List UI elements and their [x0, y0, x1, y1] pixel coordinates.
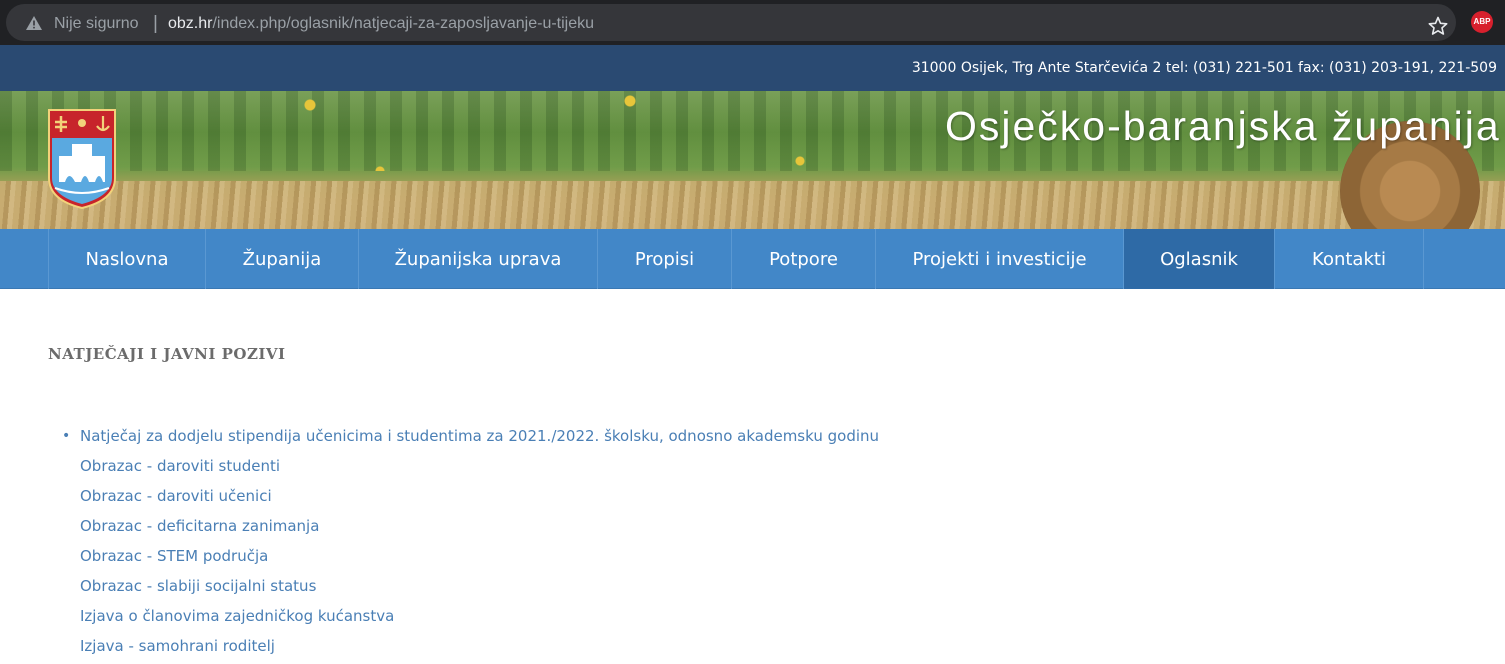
url-separator: | — [153, 13, 158, 34]
link-form-stem[interactable]: Obrazac - STEM područja — [80, 545, 879, 575]
contact-info: 31000 Osijek, Trg Ante Starčevića 2 tel:… — [911, 60, 1497, 76]
nav-item-oglasnik[interactable]: Oglasnik — [1124, 229, 1275, 289]
url-text[interactable]: obz.hr/index.php/oglasnik/natjecaji-za-z… — [168, 15, 594, 33]
document-list: Natječaj za dodjelu stipendija učenicima… — [62, 425, 879, 664]
browser-toolbar: Nije sigurno | obz.hr/index.php/oglasnik… — [0, 0, 1505, 45]
nav-item-naslovna[interactable]: Naslovna — [49, 229, 206, 289]
address-bar[interactable]: Nije sigurno | obz.hr/index.php/oglasnik… — [6, 4, 1456, 41]
county-name: Osječko-baranjska županija — [945, 103, 1501, 149]
security-label[interactable]: Nije sigurno — [54, 15, 138, 33]
banner-wheat-texture — [0, 181, 1505, 229]
nav-items: Naslovna Županija Županijska uprava Prop… — [48, 229, 1424, 289]
nav-item-potpore[interactable]: Potpore — [732, 229, 876, 289]
section-title: NATJEČAJI I JAVNI POZIVI — [48, 345, 286, 363]
adblock-icon[interactable]: ABP — [1471, 11, 1493, 33]
main-nav: Naslovna Županija Županijska uprava Prop… — [0, 229, 1505, 289]
link-form-deficit-occupations[interactable]: Obrazac - deficitarna zanimanja — [80, 515, 879, 545]
url-path: /index.php/oglasnik/natjecaji-za-zaposlj… — [212, 15, 595, 32]
link-form-gifted-students[interactable]: Obrazac - daroviti studenti — [80, 455, 879, 485]
nav-item-projekti-i-investicije[interactable]: Projekti i investicije — [876, 229, 1124, 289]
link-statement-household[interactable]: Izjava o članovima zajedničkog kućanstva — [80, 605, 879, 635]
nav-item-zupanijska-uprava[interactable]: Županijska uprava — [359, 229, 598, 289]
nav-item-propisi[interactable]: Propisi — [598, 229, 732, 289]
link-statement-single-parent[interactable]: Izjava - samohrani roditelj — [80, 635, 879, 664]
link-form-gifted-pupils[interactable]: Obrazac - daroviti učenici — [80, 485, 879, 515]
warning-icon[interactable] — [26, 16, 42, 30]
link-form-social-status[interactable]: Obrazac - slabiji socijalni status — [80, 575, 879, 605]
contact-bar: 31000 Osijek, Trg Ante Starčevića 2 tel:… — [0, 45, 1505, 91]
nav-item-zupanija[interactable]: Županija — [206, 229, 359, 289]
link-scholarship-call[interactable]: Natječaj za dodjelu stipendija učenicima… — [62, 425, 879, 455]
star-icon[interactable] — [1428, 16, 1448, 36]
header-banner: Osječko-baranjska županija — [0, 91, 1505, 229]
nav-item-kontakti[interactable]: Kontakti — [1275, 229, 1424, 289]
url-domain: obz.hr — [168, 15, 213, 32]
coat-of-arms-icon[interactable] — [47, 108, 117, 210]
